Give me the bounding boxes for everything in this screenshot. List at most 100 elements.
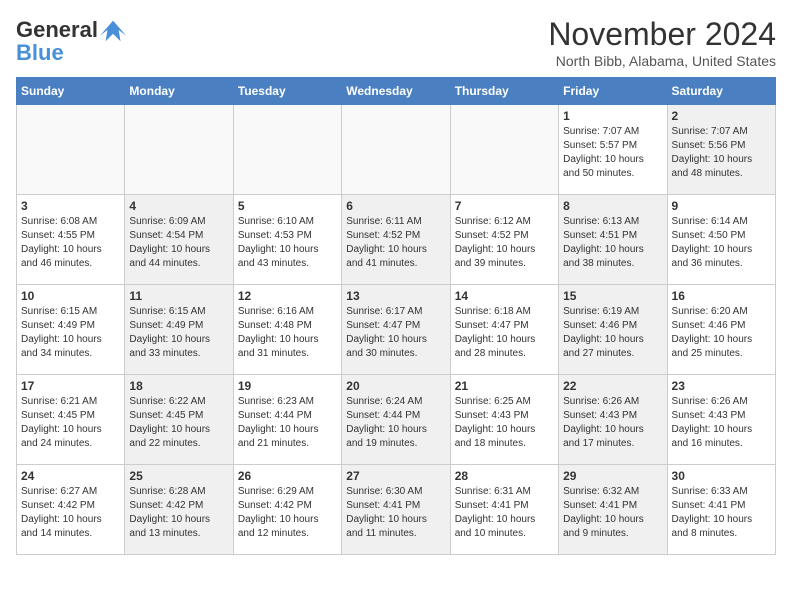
day-cell: 5 Sunrise: 6:10 AM Sunset: 4:53 PM Daylig… <box>233 195 341 285</box>
day-info: Sunrise: 6:16 AM Sunset: 4:48 PM Dayligh… <box>238 305 337 361</box>
day-cell: 21 Sunrise: 6:25 AM Sunset: 4:43 PM Dayli… <box>450 375 558 465</box>
day-number: 7 <box>455 199 554 213</box>
location: North Bibb, Alabama, United States <box>548 53 776 69</box>
day-cell: 13Sunrise: 6:17 AM Sunset: 4:47 PM Dayli… <box>342 285 450 375</box>
day-cell: 22Sunrise: 6:26 AM Sunset: 4:43 PM Dayli… <box>559 375 667 465</box>
day-number: 1 <box>563 109 662 123</box>
day-number: 29 <box>563 469 662 483</box>
day-number: 20 <box>346 379 445 393</box>
day-info: Sunrise: 6:09 AM Sunset: 4:54 PM Dayligh… <box>129 215 228 271</box>
day-number: 13 <box>346 289 445 303</box>
day-number: 23 <box>672 379 771 393</box>
day-number: 28 <box>455 469 554 483</box>
day-number: 27 <box>346 469 445 483</box>
day-cell: 3 Sunrise: 6:08 AM Sunset: 4:55 PM Daylig… <box>17 195 125 285</box>
header-row: SundayMondayTuesdayWednesdayThursdayFrid… <box>17 78 776 105</box>
day-number: 4 <box>129 199 228 213</box>
day-info: Sunrise: 6:23 AM Sunset: 4:44 PM Dayligh… <box>238 395 337 451</box>
day-number: 17 <box>21 379 120 393</box>
day-info: Sunrise: 6:25 AM Sunset: 4:43 PM Dayligh… <box>455 395 554 451</box>
day-number: 30 <box>672 469 771 483</box>
day-number: 26 <box>238 469 337 483</box>
week-row-3: 17 Sunrise: 6:21 AM Sunset: 4:45 PM Dayli… <box>17 375 776 465</box>
day-number: 10 <box>21 289 120 303</box>
day-cell: 20 Sunrise: 6:24 AM Sunset: 4:44 PM Dayli… <box>342 375 450 465</box>
day-info: Sunrise: 6:29 AM Sunset: 4:42 PM Dayligh… <box>238 485 337 541</box>
day-info: Sunrise: 6:31 AM Sunset: 4:41 PM Dayligh… <box>455 485 554 541</box>
day-cell: 23Sunrise: 6:26 AM Sunset: 4:43 PM Dayli… <box>667 375 775 465</box>
day-number: 19 <box>238 379 337 393</box>
day-number: 14 <box>455 289 554 303</box>
day-cell: 12 Sunrise: 6:16 AM Sunset: 4:48 PM Dayli… <box>233 285 341 375</box>
day-number: 24 <box>21 469 120 483</box>
header-friday: Friday <box>559 78 667 105</box>
logo-icon <box>100 16 128 44</box>
day-cell: 15Sunrise: 6:19 AM Sunset: 4:46 PM Dayli… <box>559 285 667 375</box>
day-cell: 6 Sunrise: 6:11 AM Sunset: 4:52 PM Daylig… <box>342 195 450 285</box>
calendar-table: SundayMondayTuesdayWednesdayThursdayFrid… <box>16 77 776 555</box>
day-number: 6 <box>346 199 445 213</box>
logo: General Blue <box>16 16 128 66</box>
day-info: Sunrise: 6:08 AM Sunset: 4:55 PM Dayligh… <box>21 215 120 271</box>
day-info: Sunrise: 6:11 AM Sunset: 4:52 PM Dayligh… <box>346 215 445 271</box>
day-cell: 1 Sunrise: 7:07 AM Sunset: 5:57 PM Daylig… <box>559 105 667 195</box>
day-cell: 24 Sunrise: 6:27 AM Sunset: 4:42 PM Dayli… <box>17 465 125 555</box>
day-info: Sunrise: 6:30 AM Sunset: 4:41 PM Dayligh… <box>346 485 445 541</box>
day-cell: 14 Sunrise: 6:18 AM Sunset: 4:47 PM Dayli… <box>450 285 558 375</box>
day-info: Sunrise: 6:10 AM Sunset: 4:53 PM Dayligh… <box>238 215 337 271</box>
day-cell: 29Sunrise: 6:32 AM Sunset: 4:41 PM Dayli… <box>559 465 667 555</box>
header-sunday: Sunday <box>17 78 125 105</box>
day-info: Sunrise: 6:21 AM Sunset: 4:45 PM Dayligh… <box>21 395 120 451</box>
day-cell: 28 Sunrise: 6:31 AM Sunset: 4:41 PM Dayli… <box>450 465 558 555</box>
day-cell: 17 Sunrise: 6:21 AM Sunset: 4:45 PM Dayli… <box>17 375 125 465</box>
day-cell: 26 Sunrise: 6:29 AM Sunset: 4:42 PM Dayli… <box>233 465 341 555</box>
day-number: 11 <box>129 289 228 303</box>
header-wednesday: Wednesday <box>342 78 450 105</box>
day-number: 8 <box>563 199 662 213</box>
day-info: Sunrise: 6:27 AM Sunset: 4:42 PM Dayligh… <box>21 485 120 541</box>
day-number: 12 <box>238 289 337 303</box>
day-cell: 19 Sunrise: 6:23 AM Sunset: 4:44 PM Dayli… <box>233 375 341 465</box>
day-cell <box>17 105 125 195</box>
title-block: November 2024 North Bibb, Alabama, Unite… <box>548 16 776 69</box>
day-number: 16 <box>672 289 771 303</box>
day-cell <box>233 105 341 195</box>
day-info: Sunrise: 6:26 AM Sunset: 4:43 PM Dayligh… <box>563 395 662 451</box>
week-row-1: 3 Sunrise: 6:08 AM Sunset: 4:55 PM Daylig… <box>17 195 776 285</box>
day-number: 3 <box>21 199 120 213</box>
day-info: Sunrise: 6:18 AM Sunset: 4:47 PM Dayligh… <box>455 305 554 361</box>
day-info: Sunrise: 6:14 AM Sunset: 4:50 PM Dayligh… <box>672 215 771 271</box>
day-cell: 11 Sunrise: 6:15 AM Sunset: 4:49 PM Dayli… <box>125 285 233 375</box>
day-number: 15 <box>563 289 662 303</box>
day-cell: 10 Sunrise: 6:15 AM Sunset: 4:49 PM Dayli… <box>17 285 125 375</box>
day-cell: 2 Sunrise: 7:07 AM Sunset: 5:56 PM Daylig… <box>667 105 775 195</box>
day-info: Sunrise: 6:24 AM Sunset: 4:44 PM Dayligh… <box>346 395 445 451</box>
day-number: 9 <box>672 199 771 213</box>
day-info: Sunrise: 7:07 AM Sunset: 5:57 PM Dayligh… <box>563 125 662 181</box>
page-header: General Blue November 2024 North Bibb, A… <box>16 16 776 69</box>
day-cell: 16 Sunrise: 6:20 AM Sunset: 4:46 PM Dayli… <box>667 285 775 375</box>
day-cell: 7 Sunrise: 6:12 AM Sunset: 4:52 PM Daylig… <box>450 195 558 285</box>
day-info: Sunrise: 6:12 AM Sunset: 4:52 PM Dayligh… <box>455 215 554 271</box>
header-monday: Monday <box>125 78 233 105</box>
day-cell: 30Sunrise: 6:33 AM Sunset: 4:41 PM Dayli… <box>667 465 775 555</box>
week-row-4: 24 Sunrise: 6:27 AM Sunset: 4:42 PM Dayli… <box>17 465 776 555</box>
day-cell: 25Sunrise: 6:28 AM Sunset: 4:42 PM Dayli… <box>125 465 233 555</box>
day-info: Sunrise: 6:20 AM Sunset: 4:46 PM Dayligh… <box>672 305 771 361</box>
week-row-0: 1 Sunrise: 7:07 AM Sunset: 5:57 PM Daylig… <box>17 105 776 195</box>
day-info: Sunrise: 6:13 AM Sunset: 4:51 PM Dayligh… <box>563 215 662 271</box>
day-info: Sunrise: 7:07 AM Sunset: 5:56 PM Dayligh… <box>672 125 771 181</box>
day-info: Sunrise: 6:15 AM Sunset: 4:49 PM Dayligh… <box>21 305 120 361</box>
header-tuesday: Tuesday <box>233 78 341 105</box>
day-cell: 27 Sunrise: 6:30 AM Sunset: 4:41 PM Dayli… <box>342 465 450 555</box>
week-row-2: 10 Sunrise: 6:15 AM Sunset: 4:49 PM Dayli… <box>17 285 776 375</box>
day-cell <box>450 105 558 195</box>
day-number: 5 <box>238 199 337 213</box>
day-info: Sunrise: 6:15 AM Sunset: 4:49 PM Dayligh… <box>129 305 228 361</box>
day-number: 21 <box>455 379 554 393</box>
day-number: 2 <box>672 109 771 123</box>
day-cell: 8 Sunrise: 6:13 AM Sunset: 4:51 PM Daylig… <box>559 195 667 285</box>
day-cell <box>125 105 233 195</box>
day-cell: 9 Sunrise: 6:14 AM Sunset: 4:50 PM Daylig… <box>667 195 775 285</box>
day-number: 25 <box>129 469 228 483</box>
